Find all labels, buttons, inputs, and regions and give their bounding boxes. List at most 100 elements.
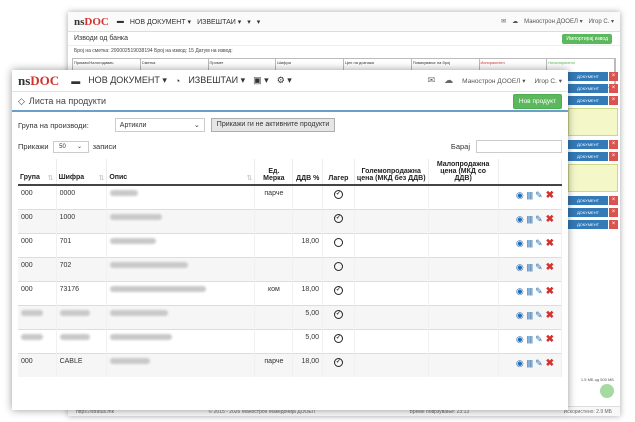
col-stock[interactable]: Лагер bbox=[322, 159, 355, 186]
blurred-text bbox=[110, 309, 169, 316]
back-user[interactable]: Игор С. ▾ bbox=[589, 18, 614, 25]
cloud-icon[interactable]: ☁ bbox=[444, 75, 453, 86]
back-delete-button[interactable]: × bbox=[609, 196, 618, 205]
barcode-icon[interactable]: ||||| bbox=[527, 191, 533, 200]
back-nav-new[interactable]: НОВ ДОКУМЕНТ ▾ bbox=[130, 18, 191, 26]
product-group-select[interactable]: Артикли ⌄ bbox=[114, 118, 205, 132]
back-delete-button[interactable]: × bbox=[609, 84, 618, 93]
eye-icon[interactable]: ◉ bbox=[516, 262, 524, 273]
table-row[interactable]: 000 1000 ✓ ◉ ||||| ✎ ✖ bbox=[18, 208, 563, 233]
col-vat[interactable]: ДДВ % bbox=[292, 159, 323, 186]
briefcase-icon[interactable]: ▣ ▾ bbox=[253, 75, 269, 86]
edit-icon[interactable]: ✎ bbox=[535, 238, 543, 249]
back-delete-button[interactable]: × bbox=[609, 96, 618, 105]
barcode-icon[interactable]: ||||| bbox=[527, 335, 533, 344]
eye-icon[interactable]: ◉ bbox=[516, 334, 524, 345]
cell-group-td: 000 bbox=[18, 352, 57, 377]
barcode-icon[interactable]: ||||| bbox=[527, 239, 533, 248]
new-product-button[interactable]: Нов продукт bbox=[512, 93, 562, 109]
delete-icon[interactable]: ✖ bbox=[546, 190, 554, 201]
delete-icon[interactable]: ✖ bbox=[546, 262, 554, 273]
back-delete-button[interactable]: × bbox=[609, 152, 618, 161]
back-nav-reports[interactable]: ИЗВЕШТАИ ▾ bbox=[197, 18, 241, 26]
edit-icon[interactable]: ✎ bbox=[535, 334, 543, 345]
eye-icon[interactable]: ◉ bbox=[516, 238, 524, 249]
back-open-button[interactable]: ДОКУМЕНТ bbox=[568, 220, 608, 229]
delete-icon[interactable]: ✖ bbox=[546, 214, 554, 225]
barcode-icon[interactable]: ||||| bbox=[527, 287, 533, 296]
cell-description bbox=[106, 352, 256, 377]
back-delete-button[interactable]: × bbox=[609, 140, 618, 149]
eye-icon[interactable]: ◉ bbox=[516, 214, 524, 225]
user-menu[interactable]: Игор С. ▾ bbox=[534, 77, 562, 85]
col-wholesale-price[interactable]: Големопродажна цена (МКД без ДДВ) bbox=[354, 159, 429, 186]
back-open-button[interactable]: ДОКУМЕНТ bbox=[568, 96, 608, 105]
delete-icon[interactable]: ✖ bbox=[546, 310, 554, 321]
back-delete-button[interactable]: × bbox=[609, 208, 618, 217]
mail-icon[interactable]: ✉ bbox=[428, 75, 436, 86]
edit-icon[interactable]: ✎ bbox=[535, 310, 543, 321]
logo[interactable]: nsDOC bbox=[18, 73, 59, 89]
barcode-icon[interactable]: ||||| bbox=[527, 215, 533, 224]
eye-icon[interactable]: ◉ bbox=[516, 286, 524, 297]
show-inactive-button[interactable]: Прикажи ги не активните продукти bbox=[210, 118, 336, 132]
cell-wholesale bbox=[354, 256, 429, 281]
edit-icon[interactable]: ✎ bbox=[535, 262, 543, 273]
col-unit[interactable]: Ед. Мерка bbox=[254, 159, 294, 186]
nav-new-document[interactable]: НОВ ДОКУМЕНТ ▾ bbox=[88, 75, 167, 86]
table-header-row: Група ⇅ Шифра ⇅ Опис ⇅ Ед. Мерка ДДВ % Л… bbox=[18, 159, 563, 186]
settings-icon[interactable]: ⚙ ▾ bbox=[277, 75, 292, 86]
edit-icon[interactable]: ✎ bbox=[535, 190, 543, 201]
delete-icon[interactable]: ✖ bbox=[546, 286, 554, 297]
barcode-icon[interactable]: ||||| bbox=[527, 359, 533, 368]
back-open-button[interactable]: ДОКУМЕНТ bbox=[568, 140, 608, 149]
col-description[interactable]: Опис ⇅ bbox=[106, 159, 256, 186]
back-nav-briefcase[interactable]: ▾ bbox=[247, 18, 251, 26]
folder-icon[interactable]: ▬ bbox=[117, 18, 124, 26]
table-row[interactable]: 000 CABLE парче 18,00 ✓ ◉ ||||| ✎ ✖ bbox=[18, 352, 563, 377]
back-delete-button[interactable]: × bbox=[609, 220, 618, 229]
edit-icon[interactable]: ✎ bbox=[535, 214, 543, 225]
search-input[interactable] bbox=[476, 140, 562, 153]
edit-icon[interactable]: ✎ bbox=[535, 286, 543, 297]
table-row[interactable]: 000 0000 парче ✓ ◉ ||||| ✎ ✖ bbox=[18, 184, 563, 209]
col-retail-price[interactable]: Малопродажна цена (МКД со ДДВ) bbox=[428, 159, 499, 186]
back-company[interactable]: Манострон ДООЕЛ ▾ bbox=[524, 18, 582, 25]
table-row[interactable]: 5,00 ✓ ◉ ||||| ✎ ✖ bbox=[18, 328, 563, 353]
col-code[interactable]: Шифра ⇅ bbox=[56, 159, 108, 186]
delete-icon[interactable]: ✖ bbox=[546, 358, 554, 369]
products-table: Група ⇅ Шифра ⇅ Опис ⇅ Ед. Мерка ДДВ % Л… bbox=[18, 159, 563, 377]
back-open-button[interactable]: ДОКУМЕНТ bbox=[568, 208, 608, 217]
delete-icon[interactable]: ✖ bbox=[546, 238, 554, 249]
table-row[interactable]: 000 73176 ком 18,00 ✓ ◉ ||||| ✎ ✖ bbox=[18, 280, 563, 305]
mail-icon[interactable]: ✉ bbox=[501, 18, 506, 25]
eye-icon[interactable]: ◉ bbox=[516, 310, 524, 321]
delete-icon[interactable]: ✖ bbox=[546, 334, 554, 345]
edit-icon[interactable]: ✎ bbox=[535, 358, 543, 369]
back-open-button[interactable]: ДОКУМЕНТ bbox=[568, 152, 608, 161]
import-statement-button[interactable]: Импортирај извод bbox=[562, 34, 612, 44]
barcode-icon[interactable]: ||||| bbox=[527, 311, 533, 320]
company-menu[interactable]: Манострон ДООЕЛ ▾ bbox=[462, 77, 525, 85]
eye-icon[interactable]: ◉ bbox=[516, 190, 524, 201]
back-logo[interactable]: nsDOC bbox=[74, 16, 109, 28]
table-row[interactable]: 000 702 ◉ ||||| ✎ ✖ bbox=[18, 256, 563, 281]
page-length-select[interactable]: 50 ⌄ bbox=[52, 140, 89, 153]
col-group[interactable]: Група ⇅ bbox=[18, 159, 57, 186]
nav-reports[interactable]: ИЗВЕШТАИ ▾ bbox=[188, 75, 245, 86]
table-row[interactable]: 5,00 ✓ ◉ ||||| ✎ ✖ bbox=[18, 304, 563, 329]
cell-group: 000 bbox=[21, 237, 33, 245]
cloud-icon[interactable]: ☁ bbox=[512, 18, 518, 25]
folder-icon[interactable]: ▬ bbox=[71, 76, 80, 86]
row-actions: ◉ ||||| ✎ ✖ bbox=[502, 310, 558, 321]
back-open-button[interactable]: ДОКУМЕНТ bbox=[568, 196, 608, 205]
back-nav-settings[interactable]: ▾ bbox=[257, 18, 261, 26]
eye-icon[interactable]: ◉ bbox=[516, 358, 524, 369]
back-open-button[interactable]: ДОКУМЕНТ bbox=[568, 72, 608, 81]
cell-group-td bbox=[18, 304, 57, 329]
table-row[interactable]: 000 701 18,00 ◉ ||||| ✎ ✖ bbox=[18, 232, 563, 257]
help-bubble-icon[interactable] bbox=[600, 384, 614, 398]
back-open-button[interactable]: ДОКУМЕНТ bbox=[568, 84, 608, 93]
back-delete-button[interactable]: × bbox=[609, 72, 618, 81]
barcode-icon[interactable]: ||||| bbox=[527, 263, 533, 272]
